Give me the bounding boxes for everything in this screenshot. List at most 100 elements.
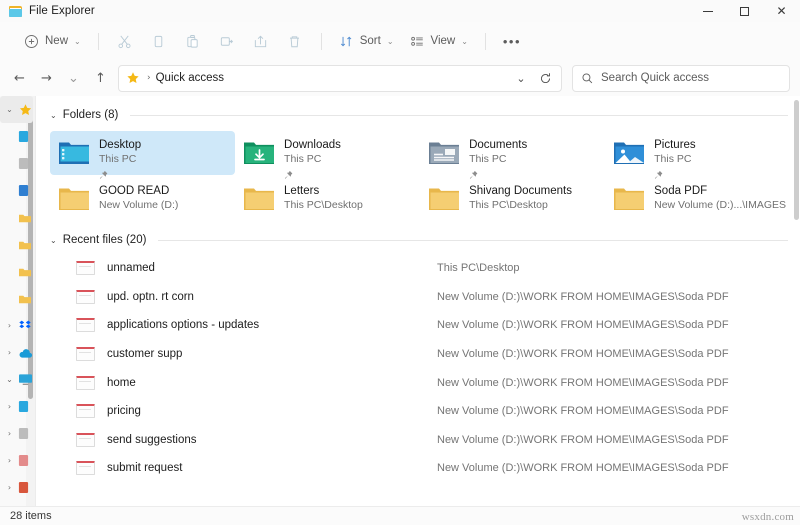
documents-folder-icon	[428, 139, 460, 166]
dropbox-icon	[18, 319, 33, 333]
folder-tile[interactable]: Desktop This PC	[50, 131, 236, 179]
this-pc-icon	[18, 373, 33, 387]
file-row[interactable]: pricing New Volume (D:)\WORK FROM HOME\IM…	[50, 397, 792, 426]
rename-button[interactable]	[210, 27, 244, 55]
copy-icon	[154, 35, 163, 47]
title-bar-left: File Explorer	[0, 5, 95, 17]
sidebar-item-8[interactable]: ›	[0, 312, 35, 339]
view-button[interactable]: View ⌄	[402, 27, 476, 55]
close-button[interactable]: ✕	[763, 0, 800, 22]
copy-button[interactable]	[142, 27, 176, 55]
sidebar-item-14[interactable]: ›	[0, 474, 35, 501]
paste-button[interactable]	[176, 27, 210, 55]
folder-tile-meta: Letters This PC\Desktop	[284, 184, 363, 212]
expander-icon[interactable]: ›	[4, 402, 15, 411]
file-row[interactable]: submit request New Volume (D:)\WORK FROM …	[50, 454, 792, 483]
sidebar-item-10[interactable]: ⌄	[0, 366, 35, 393]
address-bar[interactable]: › Quick access ⌄	[118, 64, 562, 92]
sidebar-item-11[interactable]: ›	[0, 393, 35, 420]
folder-tile[interactable]: Pictures This PC	[605, 131, 792, 179]
sidebar-item-5[interactable]	[0, 231, 35, 258]
onedrive-icon	[18, 346, 33, 360]
toolbar-divider-3	[484, 32, 486, 50]
sidebar-item-12[interactable]: ›	[0, 420, 35, 447]
sidebar-item-7[interactable]	[0, 285, 35, 312]
sort-button[interactable]: Sort ⌄	[331, 27, 402, 55]
maximize-icon	[740, 6, 749, 16]
search-icon	[582, 73, 593, 83]
folder-tile[interactable]: Soda PDF New Volume (D:)...\IMAGES	[605, 177, 792, 221]
navigation-pane[interactable]: ⌄››⌄›››››››	[0, 96, 36, 506]
sidebar-item-6[interactable]	[0, 258, 35, 285]
folder-tile[interactable]: Downloads This PC	[235, 131, 420, 179]
forward-button[interactable]: →	[33, 64, 60, 92]
file-row[interactable]: unnamed This PC\Desktop	[50, 254, 792, 283]
sidebar-item-4[interactable]	[0, 204, 35, 231]
file-row[interactable]: send suggestions New Volume (D:)\WORK FRO…	[50, 426, 792, 455]
folder-tile[interactable]: GOOD READ New Volume (D:)	[50, 177, 235, 221]
sidebar-item-13[interactable]: ›	[0, 447, 35, 474]
file-path: New Volume (D:)\WORK FROM HOME\IMAGES\So…	[437, 376, 729, 389]
address-dropdown-button[interactable]: ⌄	[509, 66, 533, 90]
search-box[interactable]: Search Quick access	[572, 64, 790, 92]
expander-icon[interactable]: ⌄	[4, 105, 15, 114]
folder-icon	[613, 185, 645, 212]
pictures-icon	[18, 481, 33, 495]
file-row[interactable]: customer supp New Volume (D:)\WORK FROM H…	[50, 340, 792, 369]
maximize-button[interactable]	[726, 0, 763, 22]
minimize-button[interactable]	[689, 0, 726, 22]
sidebar-item-2[interactable]	[0, 150, 35, 177]
expander-icon[interactable]: ›	[4, 483, 15, 492]
file-row[interactable]: upd. optn. rt corn New Volume (D:)\WORK F…	[50, 283, 792, 312]
recent-locations-button[interactable]: ⌄	[60, 64, 87, 92]
sidebar-item-3[interactable]	[0, 177, 35, 204]
sidebar-item-9[interactable]: ›	[0, 339, 35, 366]
file-row[interactable]: applications options - updates New Volume…	[50, 311, 792, 340]
delete-button[interactable]	[278, 27, 312, 55]
recent-files-group-header[interactable]: ⌄ Recent files (20)	[50, 228, 792, 252]
file-path: New Volume (D:)\WORK FROM HOME\IMAGES\So…	[437, 319, 729, 332]
file-row[interactable]: home New Volume (D:)\WORK FROM HOME\IMAGE…	[50, 368, 792, 397]
folders-group-header[interactable]: ⌄ Folders (8)	[50, 103, 792, 127]
folder-tile[interactable]: Shivang Documents This PC\Desktop	[420, 177, 605, 221]
content-scrollbar-thumb[interactable]	[794, 100, 799, 220]
toolbar-divider	[97, 32, 99, 50]
folder-tile[interactable]: Letters This PC\Desktop	[235, 177, 420, 221]
more-options-button[interactable]: •••	[495, 27, 529, 55]
item-count-label: 28 items	[10, 510, 52, 522]
folder-name: Desktop	[99, 139, 142, 151]
up-button[interactable]: ↑	[87, 64, 114, 92]
expander-icon[interactable]: ›	[4, 429, 15, 438]
file-name: applications options - updates	[107, 319, 260, 332]
expander-icon[interactable]: ›	[4, 321, 15, 330]
new-button[interactable]: New ⌄	[16, 27, 89, 55]
sidebar-item-0[interactable]: ⌄	[0, 96, 33, 123]
folder-icon	[18, 211, 33, 225]
sidebar-item-15[interactable]: ›	[0, 501, 35, 506]
folder-tile[interactable]: Documents This PC	[420, 131, 605, 179]
file-thumbnail-icon	[76, 404, 95, 419]
file-thumbnail-icon	[76, 375, 95, 390]
downloads-icon	[18, 157, 33, 171]
downloads-folder-icon	[243, 139, 275, 166]
refresh-button[interactable]	[533, 66, 557, 90]
rename-icon	[221, 36, 234, 46]
folder-icon	[9, 5, 22, 17]
chevron-down-icon: ⌄	[74, 36, 81, 46]
share-button[interactable]	[244, 27, 278, 55]
file-name: unnamed	[107, 262, 155, 275]
back-button[interactable]: ←	[6, 64, 33, 92]
expander-icon[interactable]: ›	[4, 348, 15, 357]
folders-group-title: Folders (8)	[62, 109, 119, 121]
sidebar-item-1[interactable]	[0, 123, 35, 150]
folders-grid: Desktop This PC Downloads This PC Documents T…	[50, 131, 792, 221]
folder-icon	[58, 185, 90, 212]
folder-icon	[428, 185, 460, 212]
folder-name: Shivang Documents	[469, 185, 572, 197]
breadcrumb-current[interactable]: Quick access	[156, 72, 224, 84]
cut-button[interactable]	[108, 27, 142, 55]
pictures-folder-icon	[613, 139, 645, 166]
search-input[interactable]: Search Quick access	[601, 72, 709, 84]
expander-icon[interactable]: ›	[4, 456, 15, 465]
expander-icon[interactable]: ⌄	[4, 375, 15, 384]
